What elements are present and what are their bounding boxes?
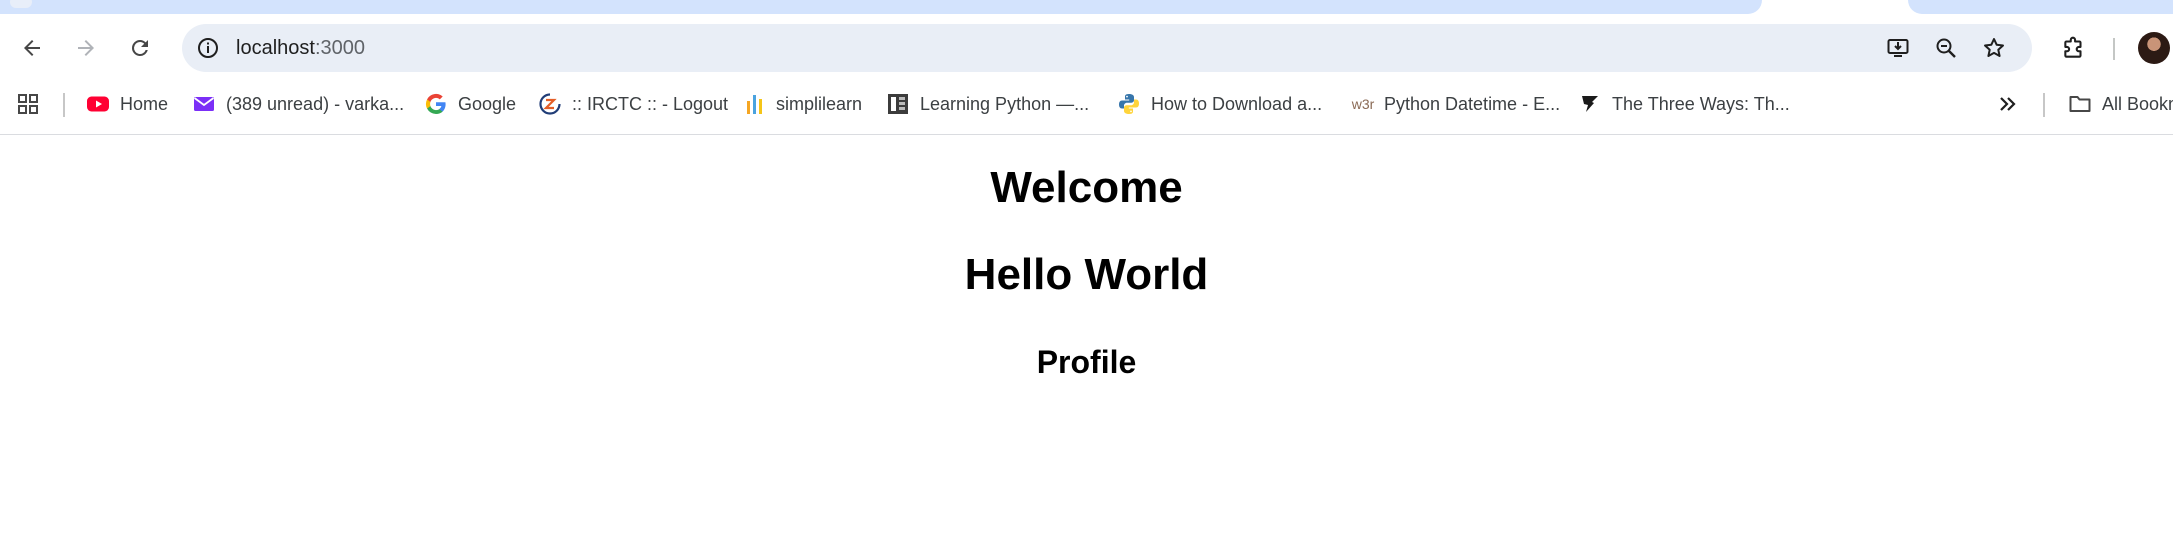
star-icon xyxy=(1984,38,2004,57)
bookmarks-divider xyxy=(2043,93,2045,117)
bookmark-three-ways[interactable]: The Three Ways: Th... xyxy=(1578,86,1790,122)
toolbar-divider xyxy=(2113,38,2115,60)
bookmark-label: Google xyxy=(458,93,517,114)
zoom-button[interactable] xyxy=(1930,32,1962,64)
bookmark-irctc[interactable]: :: IRCTC :: - Logout xyxy=(538,86,728,122)
browser-toolbar: localhost:3000 xyxy=(0,20,2173,76)
bookmark-label: Learning Python —... xyxy=(920,93,1090,114)
url-port: :3000 xyxy=(314,37,365,59)
more-bookmarks-button[interactable] xyxy=(1996,86,2030,122)
forward-arrow-icon xyxy=(78,40,94,56)
apps-button[interactable] xyxy=(16,86,50,122)
mail-icon xyxy=(192,92,216,116)
bookmark-mail[interactable]: (389 unread) - varka... xyxy=(192,86,404,122)
tab-strip-button[interactable] xyxy=(10,0,32,8)
youtube-icon xyxy=(86,92,110,116)
url-host: localhost xyxy=(236,37,315,59)
bookmark-star-button[interactable] xyxy=(1978,32,2010,64)
bookmark-label: All Bookmarks xyxy=(2102,93,2173,114)
reload-button[interactable] xyxy=(122,30,158,66)
tab-strip-background-right xyxy=(1908,0,2173,14)
bookmark-label: Python Datetime - E... xyxy=(1384,93,1561,114)
bookmark-download[interactable]: How to Download a... xyxy=(1117,86,1322,122)
tab-strip xyxy=(0,0,2173,20)
book-icon xyxy=(886,92,910,116)
info-icon xyxy=(198,38,218,58)
chevron-double-right-icon xyxy=(1996,92,2020,116)
folder-icon xyxy=(2068,92,2092,116)
bookmark-label: (389 unread) - varka... xyxy=(226,93,405,114)
back-arrow-icon xyxy=(24,40,40,56)
google-icon xyxy=(424,92,448,116)
bookmark-label: Home xyxy=(120,93,169,114)
bookmark-learning-python[interactable]: Learning Python —... xyxy=(886,86,1089,122)
profile-avatar[interactable] xyxy=(2138,32,2170,64)
site-info-button[interactable] xyxy=(192,32,224,64)
reload-icon xyxy=(132,39,148,56)
url-text[interactable]: localhost:3000 xyxy=(236,37,365,60)
irctc-icon xyxy=(538,92,562,116)
install-app-button[interactable] xyxy=(1882,32,1914,64)
welcome-heading: Welcome xyxy=(990,163,1183,212)
tab-strip-background-left xyxy=(0,0,1762,14)
bookmark-label: The Three Ways: Th... xyxy=(1612,93,1790,114)
forward-button[interactable] xyxy=(68,30,104,66)
all-bookmarks-button[interactable]: All Bookmarks xyxy=(2068,86,2173,122)
bookmark-label: :: IRCTC :: - Logout xyxy=(572,93,729,114)
bookmarks-bar: Home (389 unread) - varka... Google :: I… xyxy=(0,82,2173,126)
bookmark-simplilearn[interactable]: simplilearn xyxy=(742,86,862,122)
bookmark-label: simplilearn xyxy=(776,93,863,114)
back-button[interactable] xyxy=(14,30,50,66)
apps-grid-icon xyxy=(16,92,40,116)
python-icon xyxy=(1117,92,1141,116)
install-icon xyxy=(1887,39,1909,57)
simplilearn-icon xyxy=(742,92,766,116)
hello-world-heading: Hello World xyxy=(964,250,1209,299)
bookmark-python-datetime[interactable]: w3r Python Datetime - E... xyxy=(1348,86,1560,122)
bookmark-home[interactable]: Home xyxy=(86,86,168,122)
profile-heading: Profile xyxy=(1036,344,1137,380)
page-content: Welcome Hello World Profile xyxy=(0,135,2173,534)
address-bar[interactable]: localhost:3000 xyxy=(182,24,2032,72)
bookmark-google[interactable]: Google xyxy=(424,86,516,122)
puzzle-icon xyxy=(2064,36,2082,58)
bookmarks-divider xyxy=(63,93,65,117)
extensions-button[interactable] xyxy=(2056,30,2092,66)
bookmark-label: How to Download a... xyxy=(1151,93,1323,114)
flag-icon xyxy=(1578,92,1602,116)
zoom-out-icon xyxy=(1936,38,1956,58)
w3r-icon: w3r xyxy=(1351,96,1375,112)
